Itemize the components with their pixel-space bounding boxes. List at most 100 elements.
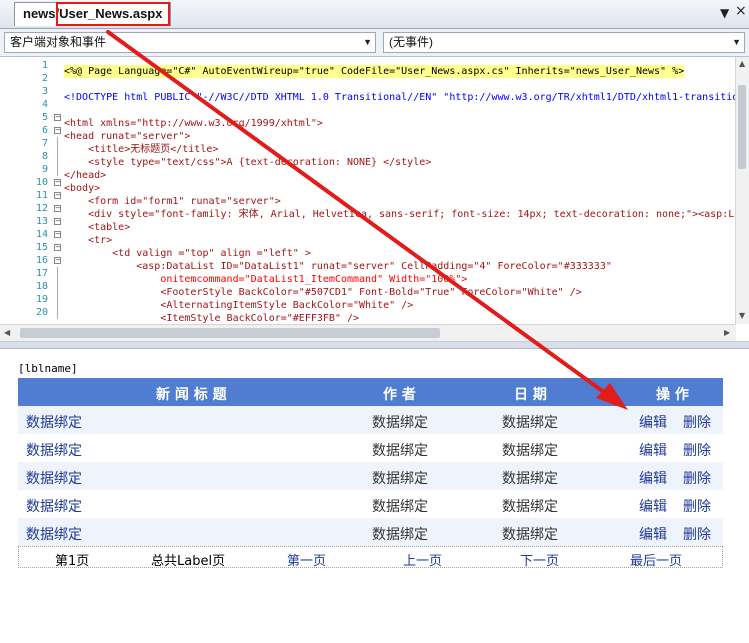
author-cell: 数据绑定 [372, 443, 428, 459]
line-number: 17 [35, 268, 48, 279]
news-title-link[interactable]: 数据绑定 [26, 496, 82, 516]
horizontal-scroll-thumb[interactable] [20, 328, 440, 338]
total-pages-label: 总共Label页 [151, 554, 226, 569]
delete-link[interactable]: 删除 [683, 412, 711, 432]
delete-link[interactable]: 删除 [683, 468, 711, 488]
date-cell: 数据绑定 [502, 415, 558, 431]
line-number: 3 [41, 86, 48, 97]
code-line: <%@ Page Language="C#" AutoEventWireup="… [64, 65, 685, 78]
line-number: 4 [41, 99, 48, 110]
news-title-link[interactable]: 数据绑定 [26, 524, 82, 544]
edit-link[interactable]: 编辑 [639, 440, 667, 460]
news-title-link[interactable]: 数据绑定 [26, 440, 82, 460]
code-line: <table> [64, 222, 131, 233]
document-tab-bar: news/User_News.aspx ▼ × [0, 0, 749, 29]
line-number: 19 [35, 294, 48, 305]
collapse-icon[interactable]: − [54, 192, 61, 199]
code-line: <!DOCTYPE html PUBLIC "-//W3C//DTD XHTML… [64, 92, 736, 103]
code-line: <html xmlns="http://www.w3.org/1999/xhtm… [64, 118, 323, 129]
collapse-icon[interactable]: − [54, 179, 61, 186]
code-line: <form id="form1" runat="server"> [64, 196, 281, 207]
lblname-label: [lblname] [18, 362, 78, 375]
header-action: 操 作 [656, 387, 689, 403]
code-line: <asp:DataList ID="DataList1" runat="serv… [64, 261, 612, 272]
datalist-grid: 新 闻 标 题 作 者 日 期 操 作 数据绑定 数据绑定 数据绑定 编辑 删除… [18, 378, 723, 569]
code-text-area[interactable]: <%@ Page Language="C#" AutoEventWireup="… [64, 59, 736, 325]
scroll-right-icon[interactable]: ▶ [724, 328, 730, 337]
line-number: 7 [41, 138, 48, 149]
line-number: 14 [35, 229, 48, 240]
line-number: 1 [41, 60, 48, 71]
collapse-icon[interactable]: − [54, 257, 61, 264]
line-number: 15 [35, 242, 48, 253]
line-number: 20 [35, 307, 48, 318]
edit-link[interactable]: 编辑 [639, 496, 667, 516]
pager-footer: 第1页 总共Label页 第一页 上一页 下一页 最后一页 [18, 546, 723, 569]
date-cell: 数据绑定 [502, 527, 558, 543]
header-author: 作 者 [383, 387, 416, 403]
date-cell: 数据绑定 [502, 471, 558, 487]
table-row: 数据绑定 数据绑定 数据绑定 编辑 删除 [18, 490, 723, 518]
code-line: <style type="text/css">A {text-decoratio… [64, 157, 432, 168]
line-number: 10 [35, 177, 48, 188]
edit-link[interactable]: 编辑 [639, 468, 667, 488]
chevron-down-icon: ▼ [363, 37, 372, 47]
edit-link[interactable]: 编辑 [639, 412, 667, 432]
scroll-up-icon[interactable]: ▲ [739, 59, 745, 68]
scroll-left-icon[interactable]: ◀ [4, 328, 10, 337]
line-number: 5 [41, 112, 48, 123]
client-objects-dropdown[interactable]: 客户端对象和事件 ▼ [4, 32, 376, 53]
tab-dropdown-icon[interactable]: ▼ [720, 4, 729, 22]
vertical-scrollbar[interactable]: ▲ ▼ [735, 57, 749, 324]
date-cell: 数据绑定 [502, 443, 558, 459]
collapse-icon[interactable]: − [54, 205, 61, 212]
last-page-link[interactable]: 最后一页 [630, 550, 682, 569]
header-date: 日 期 [514, 387, 547, 403]
delete-link[interactable]: 删除 [683, 524, 711, 544]
code-line: onitemcommand="DataList1_ItemCommand" Wi… [64, 274, 468, 285]
date-cell: 数据绑定 [502, 499, 558, 515]
scroll-down-icon[interactable]: ▼ [739, 311, 745, 320]
collapse-icon[interactable]: − [54, 244, 61, 251]
collapse-icon[interactable]: − [54, 231, 61, 238]
collapse-icon[interactable]: − [54, 218, 61, 225]
news-title-link[interactable]: 数据绑定 [26, 468, 82, 488]
author-cell: 数据绑定 [372, 499, 428, 515]
events-dropdown-label: (无事件) [389, 35, 433, 49]
code-line: <div style="font-family: 宋体, Arial, Helv… [64, 209, 735, 220]
navigation-bar: 客户端对象和事件 ▼ (无事件) ▼ [0, 29, 749, 57]
next-page-link[interactable]: 下一页 [520, 550, 559, 569]
design-view[interactable]: [lblname] 新 闻 标 题 作 者 日 期 操 作 数据绑定 数据绑定 … [0, 349, 749, 643]
close-icon[interactable]: × [735, 2, 747, 20]
first-page-link[interactable]: 第一页 [287, 550, 326, 569]
collapse-icon[interactable]: − [54, 114, 61, 121]
vertical-scroll-thumb[interactable] [738, 85, 746, 169]
collapse-icon[interactable]: − [54, 127, 61, 134]
view-splitter[interactable] [0, 342, 749, 349]
line-number: 16 [35, 255, 48, 266]
table-row: 数据绑定 数据绑定 数据绑定 编辑 删除 [18, 462, 723, 490]
table-row: 数据绑定 数据绑定 数据绑定 编辑 删除 [18, 518, 723, 546]
line-number: 11 [35, 190, 48, 201]
code-line: <FooterStyle BackColor="#507CD1" Font-Bo… [64, 287, 582, 298]
news-title-link[interactable]: 数据绑定 [26, 412, 82, 432]
line-number: 12 [35, 203, 48, 214]
code-line: <tr> [64, 235, 113, 246]
edit-link[interactable]: 编辑 [639, 524, 667, 544]
line-number: 13 [35, 216, 48, 227]
line-number-gutter: 1 2 3 4 5 6 7 8 9 10 11 12 13 14 15 16 1… [0, 59, 52, 319]
header-title: 新 闻 标 题 [156, 387, 227, 403]
code-line: </head> [64, 170, 107, 181]
client-objects-dropdown-label: 客户端对象和事件 [10, 35, 107, 49]
events-dropdown[interactable]: (无事件) ▼ [383, 32, 745, 53]
delete-link[interactable]: 删除 [683, 440, 711, 460]
table-row: 数据绑定 数据绑定 数据绑定 编辑 删除 [18, 434, 723, 462]
delete-link[interactable]: 删除 [683, 496, 711, 516]
code-line: <head runat="server"> [64, 131, 191, 142]
author-cell: 数据绑定 [372, 527, 428, 543]
prev-page-link[interactable]: 上一页 [403, 550, 442, 569]
horizontal-scrollbar[interactable]: ◀ ▶ [0, 324, 736, 341]
annotation-highlight-box [56, 2, 170, 26]
source-editor[interactable]: 1 2 3 4 5 6 7 8 9 10 11 12 13 14 15 16 1… [0, 57, 749, 342]
